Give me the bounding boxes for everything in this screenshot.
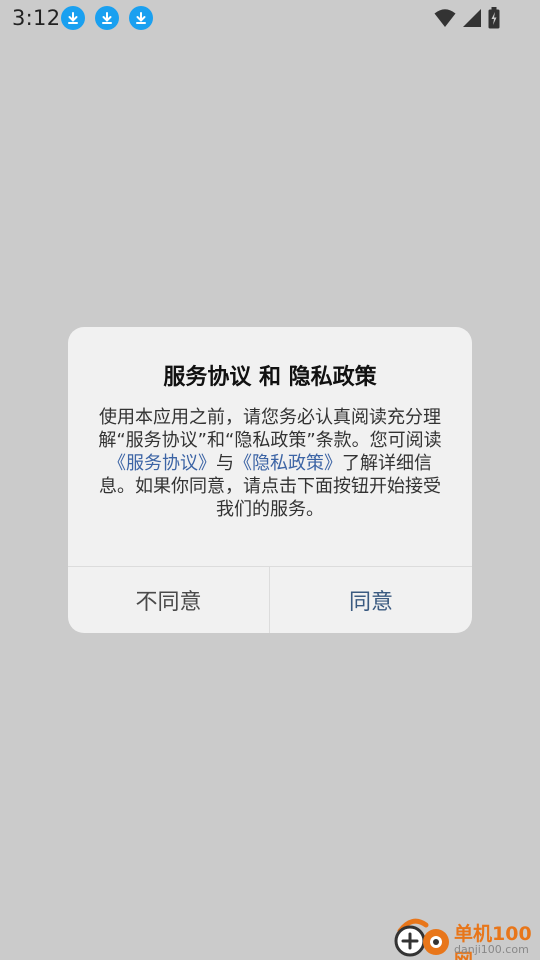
screen: 3:12 服务协议 和 隐私政策 使用本应用之前，请您务必认真阅读充分理解“服务… [0, 0, 540, 960]
download-icon [129, 6, 153, 30]
watermark-url: danji100.com [454, 943, 529, 956]
privacy-dialog: 服务协议 和 隐私政策 使用本应用之前，请您务必认真阅读充分理解“服务协议”和“… [68, 327, 472, 633]
body-text-1: 使用本应用之前，请您务必认真阅读充分理解“服务协议”和“隐私政策”条款。您可阅读 [98, 407, 442, 451]
body-text-2: 与 [216, 453, 234, 474]
watermark-logo-icon [392, 917, 454, 960]
status-time: 3:12 [12, 6, 61, 30]
privacy-policy-link[interactable]: 《隐私政策》 [234, 453, 342, 474]
dialog-body: 使用本应用之前，请您务必认真阅读充分理解“服务协议”和“隐私政策”条款。您可阅读… [98, 406, 442, 521]
wifi-icon [434, 8, 456, 32]
agree-button[interactable]: 同意 [270, 567, 472, 633]
download-icon [61, 6, 85, 30]
dialog-title: 服务协议 和 隐私政策 [163, 365, 377, 390]
download-icon [95, 6, 119, 30]
disagree-button[interactable]: 不同意 [68, 567, 269, 633]
notification-icons [61, 6, 153, 30]
service-agreement-link[interactable]: 《服务协议》 [108, 453, 216, 474]
status-bar: 3:12 [0, 0, 540, 38]
cell-signal-icon [462, 8, 482, 32]
watermark: 单机100网 danji100.com [392, 915, 540, 960]
battery-charging-icon [488, 7, 500, 33]
status-right [434, 7, 500, 33]
